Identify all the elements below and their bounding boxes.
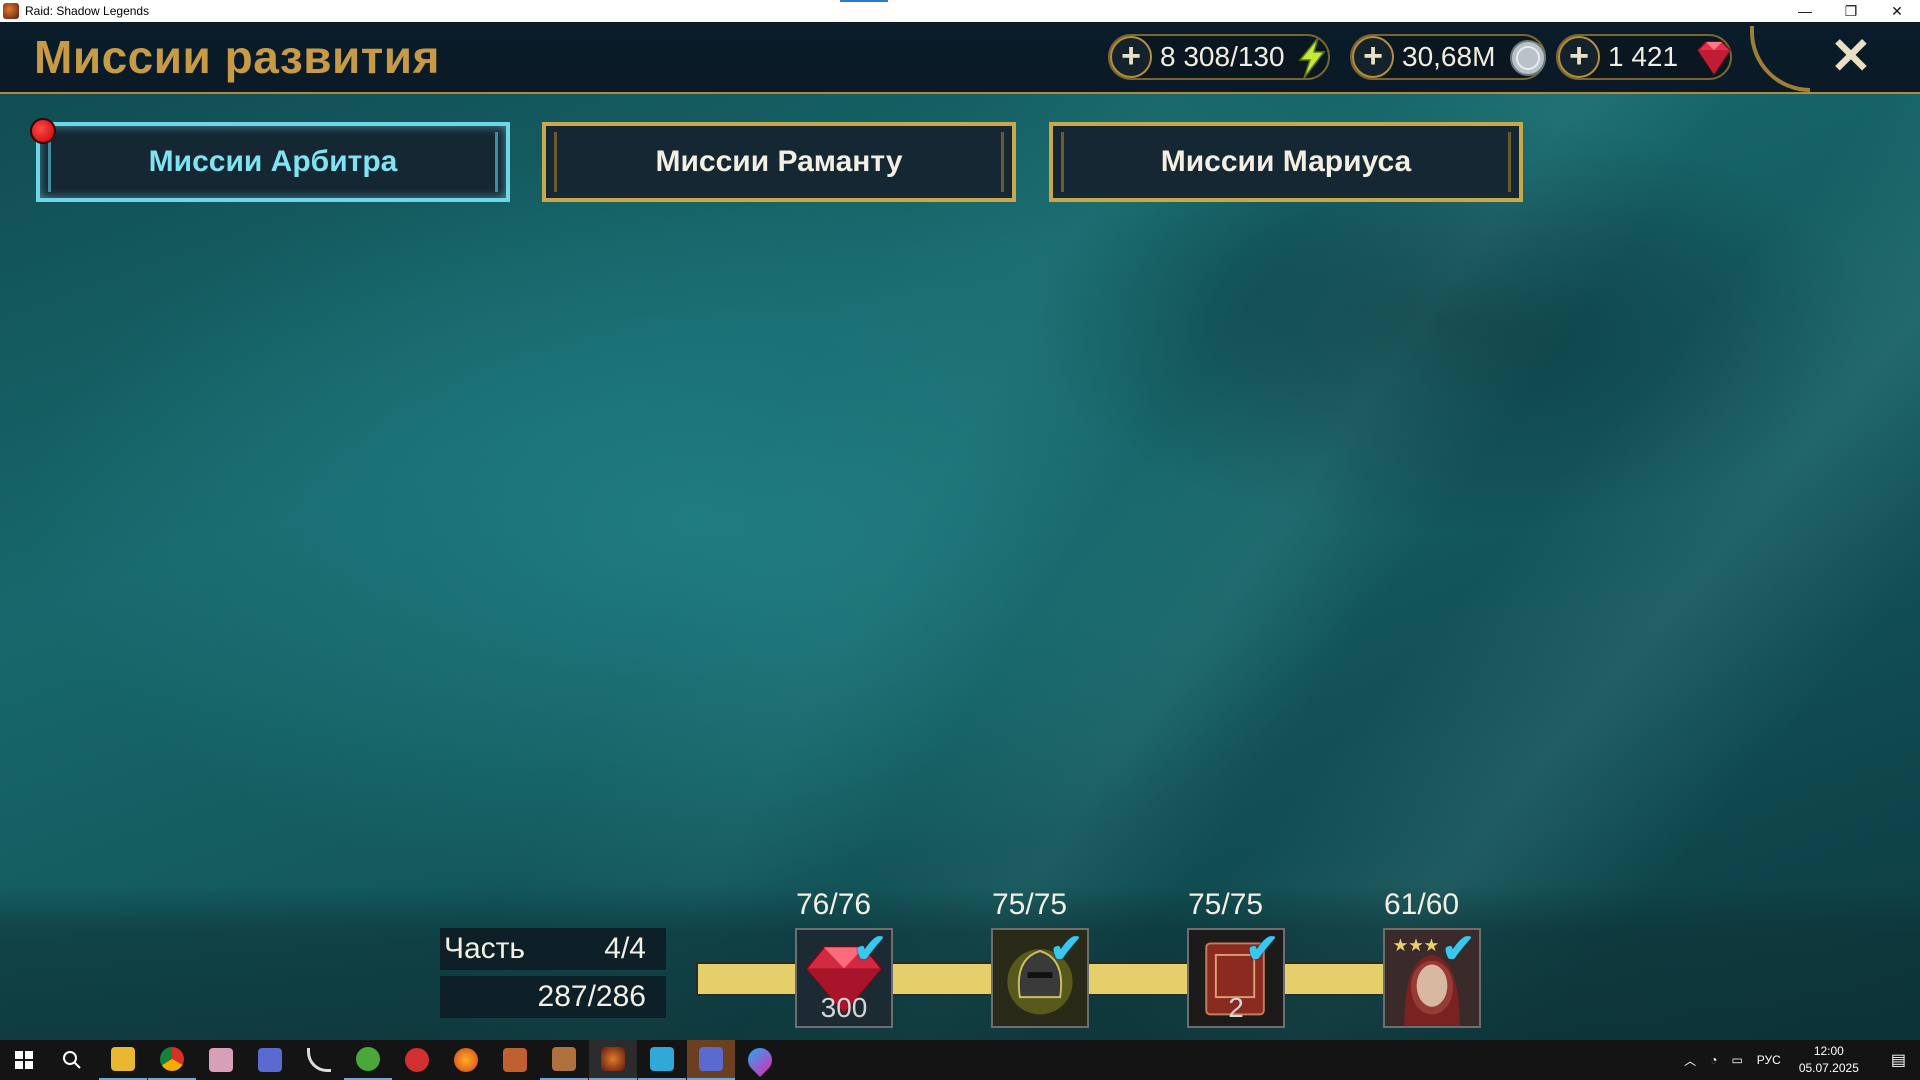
chevron-up-icon[interactable]: ︿ [1684, 1052, 1696, 1069]
points-value: 287/286 [537, 980, 646, 1013]
system-tray: ︿ ◔ ▭ РУС 12:00 05.07.2025 ▤ [1670, 1040, 1920, 1080]
app-blue-icon[interactable] [638, 1040, 686, 1080]
clock-time: 12:00 [1813, 1044, 1844, 1058]
tab-marius-missions[interactable]: Миссии Мариуса [1049, 122, 1523, 202]
silver-value: 30,68M [1402, 41, 1496, 72]
header-bar: Миссии развития + 8 308/130 + 30,68M + 1… [0, 22, 1920, 94]
minimize-button[interactable]: — [1782, 0, 1828, 22]
windows-logo-icon [15, 1051, 33, 1069]
add-energy-button[interactable]: + [1110, 36, 1152, 78]
clock[interactable]: 12:00 05.07.2025 [1799, 1043, 1859, 1077]
lightning-icon [1298, 37, 1326, 79]
reward-count: 75/75 [1188, 888, 1264, 921]
reward-count: 61/60 [1384, 888, 1460, 921]
window-titlebar[interactable]: Raid: Shadow Legends — ❐ ✕ [0, 0, 1920, 22]
gems-counter: + 1 421 [1556, 34, 1732, 80]
page-title: Миссии развития [34, 31, 440, 83]
energy-value: 8 308/130 [1160, 41, 1285, 72]
search-icon [63, 1051, 81, 1069]
notifications-icon[interactable]: ▤ [1891, 1050, 1906, 1070]
raid-app-icon [3, 3, 19, 19]
search-button[interactable] [48, 1040, 96, 1080]
energy-counter: + 8 308/130 [1108, 34, 1330, 80]
app-bird-icon[interactable] [491, 1040, 539, 1080]
taskbar: ︿ ◔ ▭ РУС 12:00 05.07.2025 ▤ [0, 1040, 1920, 1080]
claimed-check-icon: ✔ [1441, 928, 1475, 971]
gems-value: 1 421 [1608, 41, 1679, 72]
network-icon[interactable]: ◔ [1710, 1053, 1717, 1067]
part-box: Часть 4/4 [440, 928, 666, 970]
reward-count: 76/76 [796, 888, 872, 921]
reward-count: 75/75 [992, 888, 1068, 921]
utorrent-icon[interactable] [344, 1040, 392, 1080]
window-title: Raid: Shadow Legends [25, 4, 150, 18]
add-silver-button[interactable]: + [1352, 36, 1394, 78]
app-pink-icon[interactable] [197, 1040, 245, 1080]
ruby-gem-icon [1697, 41, 1731, 76]
app-bird-2-icon[interactable] [540, 1040, 588, 1080]
silver-counter: + 30,68M [1350, 34, 1546, 80]
restore-button[interactable]: ❐ [1828, 0, 1874, 22]
notification-dot [30, 118, 56, 144]
part-label: Часть [444, 932, 526, 965]
app-drop-icon[interactable] [736, 1040, 784, 1080]
points-box: 287/286 [440, 976, 666, 1018]
raid-launcher-icon[interactable] [246, 1040, 294, 1080]
silver-coin-icon [1510, 40, 1546, 76]
tab-label: Миссии Раманту [655, 145, 903, 178]
svg-text:★★★: ★★★ [1393, 935, 1439, 955]
reward-rubies[interactable]: ✔ 300 [795, 928, 893, 1028]
reward-artifact[interactable]: ✔ [991, 928, 1089, 1028]
reward-tomes[interactable]: ✔ 2 [1187, 928, 1285, 1028]
reward-champion[interactable]: ★★★ ✔ [1383, 928, 1481, 1028]
tab-label: Миссии Мариуса [1160, 145, 1412, 178]
claimed-check-icon: ✔ [853, 928, 887, 971]
titlebar-accent [840, 0, 888, 2]
raid-game-icon[interactable] [589, 1040, 637, 1080]
tab-label: Миссии Арбитра [148, 145, 398, 178]
claimed-check-icon: ✔ [1049, 928, 1083, 971]
battery-icon[interactable]: ▭ [1731, 1053, 1742, 1067]
game-viewport: Миссии развития + 8 308/130 + 30,68M + 1… [0, 22, 1920, 1040]
tab-arbiter-missions[interactable]: Миссии Арбитра [36, 122, 510, 202]
reward-quantity: 2 [1228, 992, 1244, 1023]
file-explorer-icon[interactable] [99, 1040, 147, 1080]
chrome-icon[interactable] [148, 1040, 196, 1080]
start-button[interactable] [0, 1040, 48, 1080]
firefox-icon[interactable] [442, 1040, 490, 1080]
app-curve-icon[interactable] [295, 1040, 343, 1080]
tab-ramantu-missions[interactable]: Миссии Раманту [542, 122, 1016, 202]
part-value: 4/4 [604, 932, 646, 965]
add-gems-button[interactable]: + [1558, 36, 1600, 78]
reward-quantity: 300 [820, 992, 868, 1023]
clock-date: 05.07.2025 [1798, 1061, 1859, 1075]
window-close-button[interactable]: ✕ [1874, 0, 1920, 22]
close-button[interactable]: ✕ [1826, 31, 1876, 82]
raid-launcher-2-icon[interactable] [687, 1040, 735, 1080]
app-red-icon[interactable] [393, 1040, 441, 1080]
claimed-check-icon: ✔ [1245, 928, 1279, 971]
header-corner-ornament [1750, 26, 1810, 92]
language-indicator[interactable]: РУС [1757, 1053, 1781, 1067]
